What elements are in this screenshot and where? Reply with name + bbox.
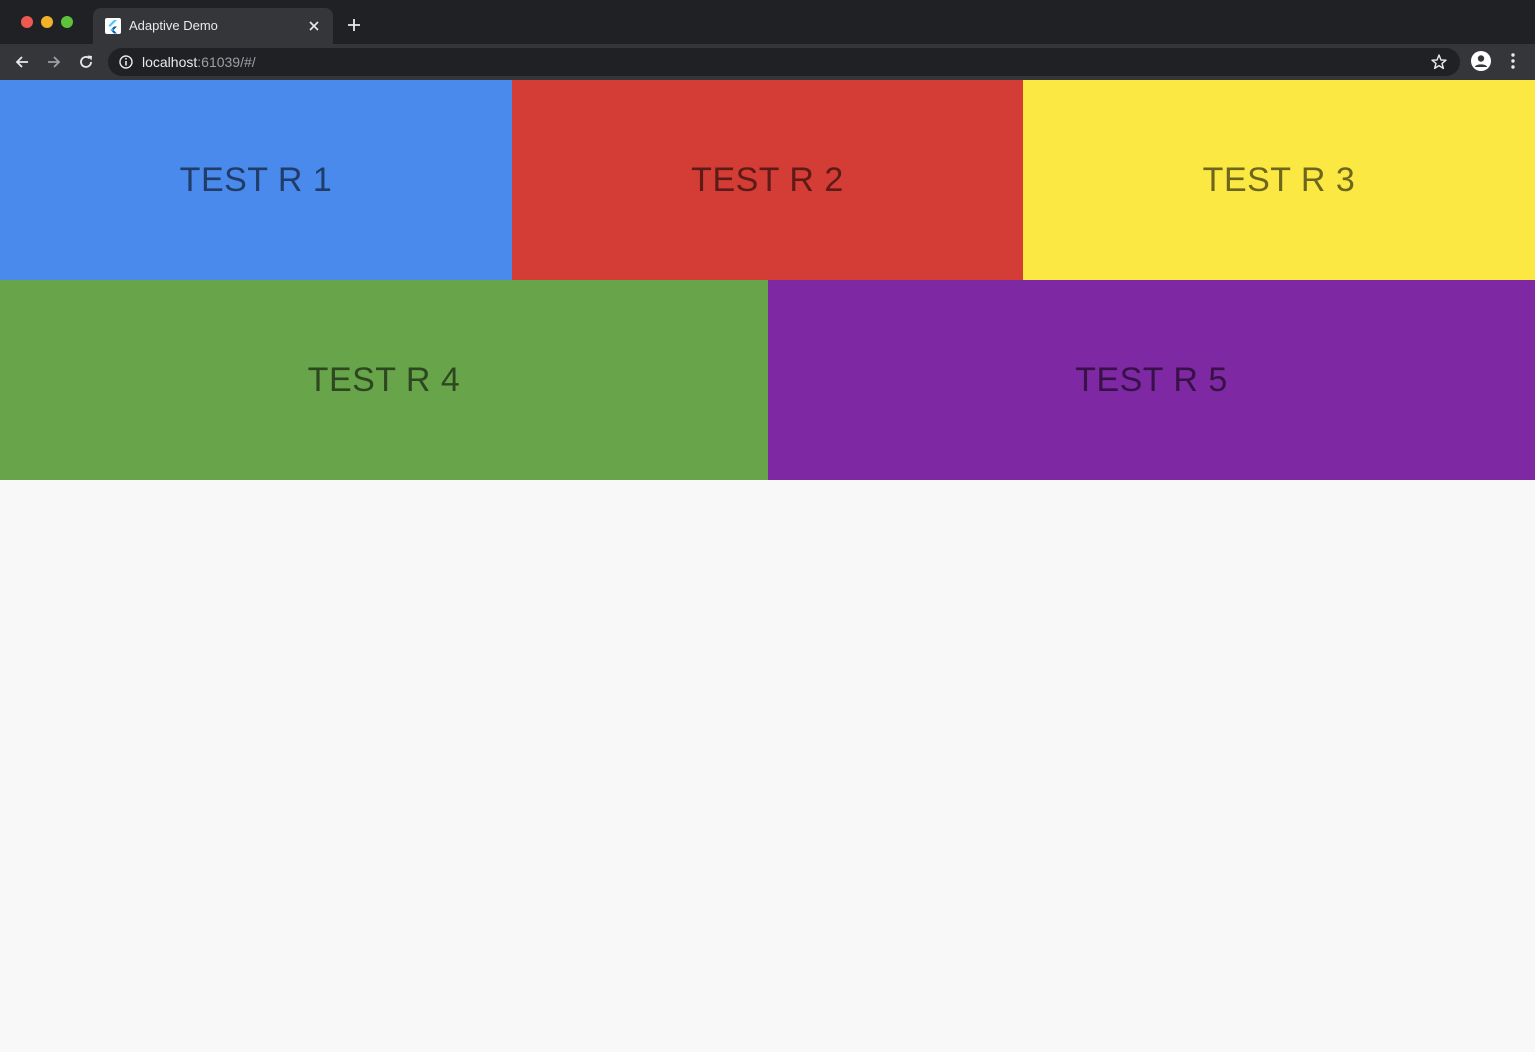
tile-label: TEST R 4 [307, 360, 461, 399]
star-icon[interactable] [1430, 53, 1448, 71]
tile-test-r-1: TEST R 1 [0, 80, 512, 280]
arrow-left-icon[interactable] [10, 50, 34, 74]
browser-window: Adaptive Demo localhost:61039/#/ TEST R … [0, 0, 1535, 1052]
window-maximize-button[interactable] [61, 16, 73, 28]
reload-icon[interactable] [74, 50, 98, 74]
info-icon[interactable] [118, 54, 134, 70]
tile-label: TEST R 2 [691, 160, 844, 199]
close-icon[interactable] [305, 17, 323, 35]
tile-test-r-3: TEST R 3 [1023, 80, 1535, 280]
tile-label: TEST R 3 [1202, 160, 1356, 199]
browser-toolbar: localhost:61039/#/ [0, 44, 1535, 80]
address-bar[interactable]: localhost:61039/#/ [108, 48, 1460, 76]
kebab-menu-icon[interactable] [1505, 51, 1521, 71]
url-host: localhost [142, 54, 198, 70]
person-icon[interactable] [1470, 50, 1492, 72]
url-path: :61039/#/ [197, 54, 256, 70]
window-minimize-button[interactable] [41, 16, 53, 28]
url-text[interactable]: localhost:61039/#/ [142, 54, 256, 70]
tile-test-r-2: TEST R 2 [512, 80, 1023, 280]
flutter-icon [105, 18, 121, 34]
tab-title: Adaptive Demo [129, 18, 218, 33]
tab-strip: Adaptive Demo [0, 0, 1535, 44]
page-content: TEST R 1 TEST R 2 TEST R 3 TEST R 4 TEST… [0, 80, 1535, 1052]
window-close-button[interactable] [21, 16, 33, 28]
tile-test-r-4: TEST R 4 [0, 280, 768, 480]
tile-test-r-5: TEST R 5 [768, 280, 1535, 480]
tile-label: TEST R 5 [1075, 360, 1228, 399]
browser-tab[interactable]: Adaptive Demo [93, 8, 333, 44]
arrow-right-icon[interactable] [42, 50, 66, 74]
tile-label: TEST R 1 [179, 160, 333, 199]
plus-icon[interactable] [344, 15, 364, 35]
